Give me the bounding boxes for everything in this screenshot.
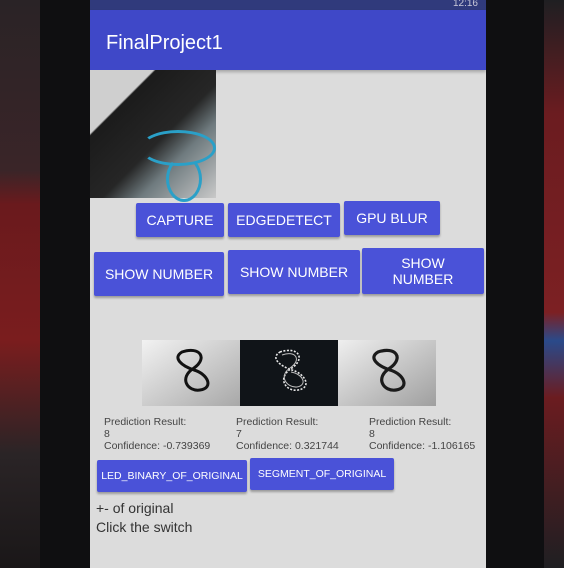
status-bar: 12:16 xyxy=(90,0,486,10)
show-number-button-2[interactable]: SHOW NUMBER xyxy=(228,250,360,294)
prediction-digit: 8 xyxy=(104,428,110,440)
show-number-button-3[interactable]: SHOW NUMBER xyxy=(362,248,484,294)
app-bar: FinalProject1 xyxy=(90,10,486,70)
status-clock: 12:16 xyxy=(452,0,478,9)
circuit-board-left xyxy=(0,0,40,568)
circuit-board-right xyxy=(544,0,564,568)
capture-button[interactable]: CAPTURE xyxy=(136,203,224,237)
caption-original: +- of original xyxy=(96,500,174,516)
digit-image-blur-svg xyxy=(338,340,436,406)
prediction-block-1: Prediction Result: 8 Confidence: -0.7393… xyxy=(104,416,210,452)
prediction-confidence: Confidence: -1.106165 xyxy=(369,440,476,452)
prediction-confidence: Confidence: 0.321744 xyxy=(236,440,339,452)
prediction-digit: 8 xyxy=(369,428,375,440)
segment-of-original-button[interactable]: SEGMENT_OF_ORIGINAL xyxy=(250,458,394,490)
camera-preview xyxy=(90,70,216,202)
prediction-title: Prediction Result: xyxy=(104,416,187,428)
app-title: FinalProject1 xyxy=(106,32,223,54)
show-number-button-1[interactable]: SHOW NUMBER xyxy=(94,252,224,296)
prediction-digit: 7 xyxy=(236,428,242,440)
prediction-title: Prediction Result: xyxy=(369,416,452,428)
digit-image-edge xyxy=(240,340,338,406)
caption-click-switch: Click the switch xyxy=(96,519,193,535)
digit-image-blur xyxy=(338,340,436,406)
gpu-blur-button[interactable]: GPU BLUR xyxy=(344,201,440,235)
app-screen: 12:16 FinalProject1 CAPTURE EDGEDETECT G… xyxy=(90,0,486,568)
prediction-title: Prediction Result: xyxy=(236,416,319,428)
digit-image-edge-svg xyxy=(240,340,338,406)
preview-cable-shape xyxy=(166,156,202,202)
led-binary-of-original-button[interactable]: LED_BINARY_OF_ORIGINAL xyxy=(97,460,247,492)
prediction-confidence: Confidence: -0.739369 xyxy=(104,440,211,452)
edgedetect-button[interactable]: EDGEDETECT xyxy=(228,203,340,237)
digit-image-original-svg xyxy=(142,340,240,406)
prediction-block-3: Prediction Result: 8 Confidence: -1.1061… xyxy=(369,416,475,452)
prediction-block-2: Prediction Result: 7 Confidence: 0.32174… xyxy=(236,416,339,452)
digit-image-original xyxy=(142,340,240,406)
